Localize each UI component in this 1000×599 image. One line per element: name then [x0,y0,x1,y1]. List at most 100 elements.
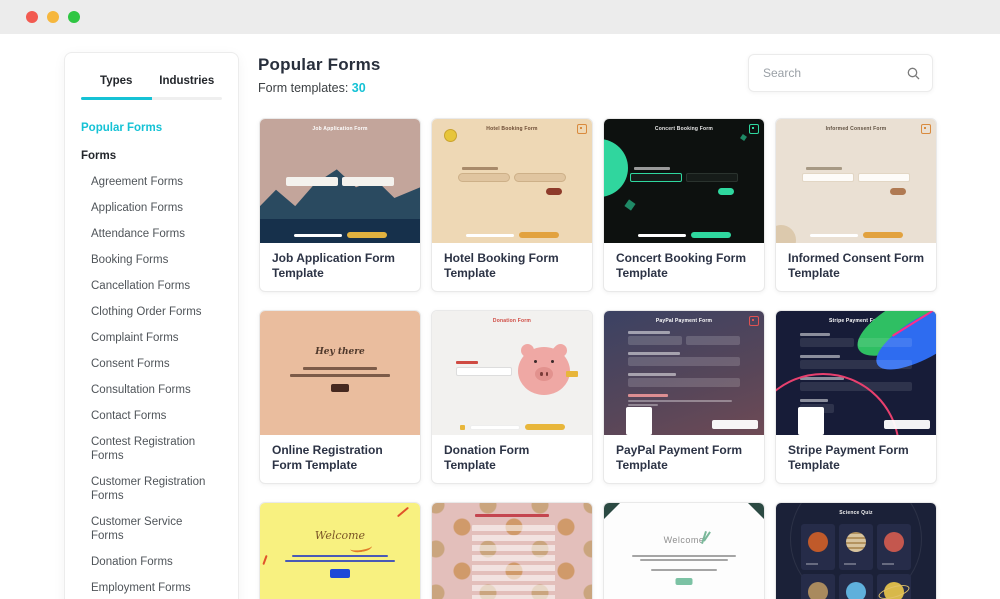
thumb-field-label [800,333,830,336]
close-window-icon[interactable] [26,11,38,23]
saturn-planet-graphic [884,582,904,599]
template-card-bread-survey[interactable] [431,502,593,599]
saturn-ring-graphic [884,582,904,599]
sidebar-item-clothing-order-forms[interactable]: Clothing Order Forms [81,305,213,319]
sidebar-item-donation-forms[interactable]: Donation Forms [81,555,213,569]
sidebar-item-customer-registration-forms[interactable]: Customer Registration Forms [81,475,213,503]
page-title: Popular Forms [258,55,381,75]
sidebar-item-complaint-forms[interactable]: Complaint Forms [81,331,213,345]
template-grid: Job Application Form Job Application For… [259,118,935,599]
thumb-accent-square [460,425,465,430]
template-card-hotel-booking[interactable]: Hotel Booking Form Hotel Booking Form Te… [431,118,593,292]
thumb-input-row [776,173,936,182]
thumb-input [342,177,394,186]
thumb-progress [638,234,686,237]
sidebar-item-consultation-forms[interactable]: Consultation Forms [81,383,213,397]
thumb-field-label [628,373,676,376]
template-card-online-registration[interactable]: Hey there Online Registration Form Templ… [259,310,421,484]
template-thumbnail: Hey there [260,311,420,435]
sidebar-tabs: Types Industries [65,53,238,97]
template-thumbnail: Concert Booking Form [604,119,764,243]
minimize-window-icon[interactable] [47,11,59,23]
made-with-badge [884,420,930,429]
template-card-clean-welcome[interactable]: Welcome [603,502,765,599]
template-card-paypal-payment[interactable]: PayPal Payment Form PayPal Payment Form … [603,310,765,484]
template-title: Job Application Form Template [260,243,420,291]
thumb-input [686,336,740,345]
pig-eye [534,360,537,363]
thumb-button [691,232,731,238]
template-thumbnail: Hotel Booking Form [432,119,592,243]
template-count: Form templates: 30 [258,81,381,95]
thumb-progress [466,234,514,237]
sidebar: Types Industries Popular Forms Forms Agr… [64,52,239,599]
thumb-input [514,173,566,182]
template-card-informed-consent[interactable]: Informed Consent Form Informed Consent F… [775,118,937,292]
green-shape-graphic [604,139,628,197]
sidebar-item-employment-forms[interactable]: Employment Forms [81,581,213,595]
template-thumbnail [432,503,592,599]
thumb-button [519,232,559,238]
thumb-field-label [628,394,668,397]
search-input[interactable] [761,65,907,81]
neptune-planet-graphic [846,582,866,599]
template-card-yellow-welcome[interactable]: Welcome [259,502,421,599]
template-thumbnail: Welcome [604,503,764,599]
thumb-field-label [806,167,842,170]
tab-industries[interactable]: Industries [152,69,223,97]
thumb-footer-bar [432,232,592,238]
planet-tile [839,574,873,599]
sidebar-item-customer-service-forms[interactable]: Customer Service Forms [81,515,213,543]
sidebar-item-contest-registration-forms[interactable]: Contest Registration Forms [81,435,213,463]
thumb-text-line [285,560,395,562]
sidebar-item-agreement-forms[interactable]: Agreement Forms [81,175,213,189]
thumb-field-label [634,167,670,170]
thumb-button [331,384,349,392]
template-thumbnail: Stripe Payment Form [776,311,936,435]
search-box[interactable] [748,54,933,92]
thumb-progress [470,425,520,430]
sidebar-section-forms[interactable]: Forms [81,150,230,162]
template-card-science-quiz[interactable]: Science Quiz [775,502,937,599]
thumb-button [525,424,565,430]
thumb-form-title: Job Application Form [260,126,420,132]
active-tab-indicator [81,97,152,100]
thumb-input-row [260,177,420,186]
thumb-form-title: Welcome [260,529,420,542]
moon-graphic [808,582,828,599]
pig-snout [535,367,553,381]
accent-fleck [262,555,267,565]
sidebar-item-cancellation-forms[interactable]: Cancellation Forms [81,279,213,293]
thumb-form-title: Informed Consent Form [776,126,936,132]
sidebar-item-application-forms[interactable]: Application Forms [81,201,213,215]
template-card-donation[interactable]: Donation Form Donation Form Template [431,310,593,484]
tab-underline [81,97,222,100]
planet-tile [839,524,873,570]
sidebar-item-contact-forms[interactable]: Contact Forms [81,409,213,423]
thumb-form-title: Hotel Booking Form [432,126,592,132]
template-card-concert-booking[interactable]: Concert Booking Form Concert Booking For… [603,118,765,292]
tab-types[interactable]: Types [81,69,152,97]
triangle-graphic [624,199,635,210]
sidebar-item-attendance-forms[interactable]: Attendance Forms [81,227,213,241]
thumb-text-line [628,404,658,406]
pig-ear [518,341,536,359]
sidebar-item-popular-forms[interactable]: Popular Forms [81,122,230,134]
thumb-text-line [290,374,390,377]
template-title: Informed Consent Form Template [776,243,936,291]
template-card-job-application[interactable]: Job Application Form Job Application For… [259,118,421,292]
planet-tile [877,524,911,570]
accent-fleck [397,507,409,518]
template-title: Concert Booking Form Template [604,243,764,291]
inactive-tab-indicator [152,97,223,100]
template-card-stripe-payment[interactable]: Stripe Payment Form Stripe Payment Form … [775,310,937,484]
sidebar-item-booking-forms[interactable]: Booking Forms [81,253,213,267]
thumb-input [800,338,854,347]
thumb-input [858,173,910,182]
sidebar-item-consent-forms[interactable]: Consent Forms [81,357,213,371]
thumb-field-label [800,355,840,358]
count-label: Form templates: [258,81,348,95]
zoom-window-icon[interactable] [68,11,80,23]
thumb-next-button [546,188,562,195]
thumb-form-title: Donation Form [432,318,592,324]
